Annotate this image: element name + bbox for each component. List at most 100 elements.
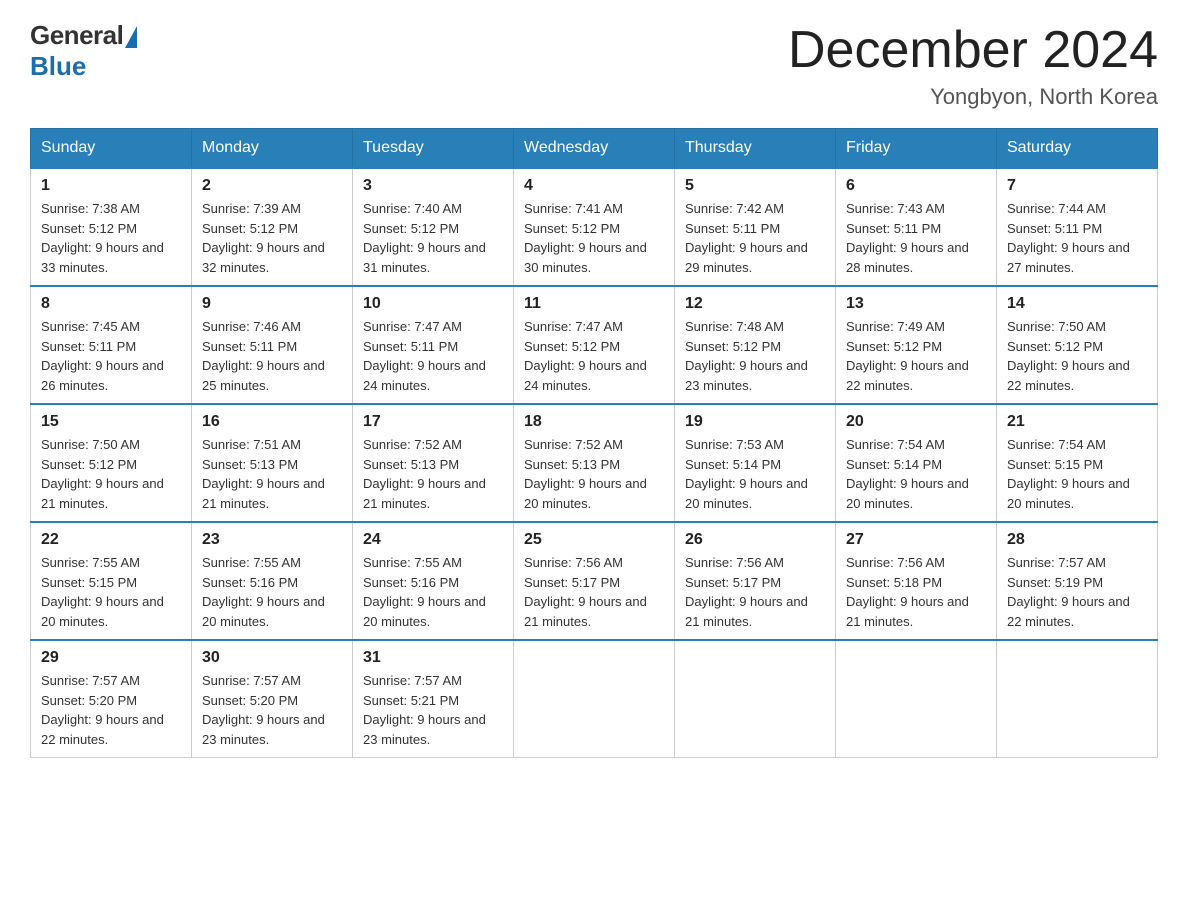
calendar-cell: 25 Sunrise: 7:56 AMSunset: 5:17 PMDayligh…	[514, 522, 675, 640]
calendar-table: SundayMondayTuesdayWednesdayThursdayFrid…	[30, 128, 1158, 758]
calendar-week-row: 1 Sunrise: 7:38 AMSunset: 5:12 PMDaylight…	[31, 168, 1158, 286]
day-info: Sunrise: 7:47 AMSunset: 5:11 PMDaylight:…	[363, 317, 503, 395]
day-info: Sunrise: 7:52 AMSunset: 5:13 PMDaylight:…	[363, 435, 503, 513]
day-number: 11	[524, 295, 664, 313]
calendar-cell: 26Sunrise: 7:56 AMSunset: 5:17 PMDayligh…	[675, 522, 836, 640]
day-info: Sunrise: 7:44 AMSunset: 5:11 PMDaylight:…	[1007, 199, 1147, 277]
day-number: 17	[363, 413, 503, 431]
day-number: 3	[363, 177, 503, 195]
weekday-header-thursday: Thursday	[675, 129, 836, 169]
day-number: 26	[685, 531, 825, 549]
day-info: Sunrise: 7:56 AMSunset: 5:18 PMDaylight:…	[846, 553, 986, 631]
calendar-cell: 6 Sunrise: 7:43 AMSunset: 5:11 PMDaylight…	[836, 168, 997, 286]
day-number: 19	[685, 413, 825, 431]
page-header: General Blue December 2024 Yongbyon, Nor…	[30, 20, 1158, 110]
calendar-cell: 21 Sunrise: 7:54 AMSunset: 5:15 PMDayligh…	[997, 404, 1158, 522]
calendar-cell: 1 Sunrise: 7:38 AMSunset: 5:12 PMDaylight…	[31, 168, 192, 286]
calendar-cell: 28 Sunrise: 7:57 AMSunset: 5:19 PMDayligh…	[997, 522, 1158, 640]
calendar-cell: 13 Sunrise: 7:49 AMSunset: 5:12 PMDayligh…	[836, 286, 997, 404]
day-number: 14	[1007, 295, 1147, 313]
calendar-cell: 8 Sunrise: 7:45 AMSunset: 5:11 PMDaylight…	[31, 286, 192, 404]
calendar-cell: 5Sunrise: 7:42 AMSunset: 5:11 PMDaylight…	[675, 168, 836, 286]
weekday-header-sunday: Sunday	[31, 129, 192, 169]
day-number: 9	[202, 295, 342, 313]
day-info: Sunrise: 7:57 AMSunset: 5:21 PMDaylight:…	[363, 671, 503, 749]
day-number: 6	[846, 177, 986, 195]
day-info: Sunrise: 7:55 AMSunset: 5:15 PMDaylight:…	[41, 553, 181, 631]
calendar-cell: 16 Sunrise: 7:51 AMSunset: 5:13 PMDayligh…	[192, 404, 353, 522]
calendar-cell: 20 Sunrise: 7:54 AMSunset: 5:14 PMDayligh…	[836, 404, 997, 522]
day-number: 21	[1007, 413, 1147, 431]
logo-blue-text: Blue	[30, 51, 86, 82]
calendar-cell: 31Sunrise: 7:57 AMSunset: 5:21 PMDayligh…	[353, 640, 514, 758]
day-number: 25	[524, 531, 664, 549]
calendar-cell: 30 Sunrise: 7:57 AMSunset: 5:20 PMDayligh…	[192, 640, 353, 758]
calendar-title: December 2024	[788, 20, 1158, 80]
calendar-cell: 12 Sunrise: 7:48 AMSunset: 5:12 PMDayligh…	[675, 286, 836, 404]
weekday-header-friday: Friday	[836, 129, 997, 169]
calendar-cell	[997, 640, 1158, 758]
day-info: Sunrise: 7:42 AMSunset: 5:11 PMDaylight:…	[685, 199, 825, 277]
logo: General Blue	[30, 20, 137, 82]
day-number: 7	[1007, 177, 1147, 195]
day-info: Sunrise: 7:38 AMSunset: 5:12 PMDaylight:…	[41, 199, 181, 277]
day-info: Sunrise: 7:55 AMSunset: 5:16 PMDaylight:…	[202, 553, 342, 631]
calendar-location: Yongbyon, North Korea	[788, 84, 1158, 110]
calendar-week-row: 8 Sunrise: 7:45 AMSunset: 5:11 PMDaylight…	[31, 286, 1158, 404]
day-info: Sunrise: 7:46 AMSunset: 5:11 PMDaylight:…	[202, 317, 342, 395]
day-info: Sunrise: 7:47 AMSunset: 5:12 PMDaylight:…	[524, 317, 664, 395]
calendar-cell: 19 Sunrise: 7:53 AMSunset: 5:14 PMDayligh…	[675, 404, 836, 522]
day-number: 30	[202, 649, 342, 667]
day-number: 1	[41, 177, 181, 195]
day-info: Sunrise: 7:56 AMSunset: 5:17 PMDaylight:…	[524, 553, 664, 631]
day-number: 28	[1007, 531, 1147, 549]
day-info: Sunrise: 7:53 AMSunset: 5:14 PMDaylight:…	[685, 435, 825, 513]
calendar-cell: 29 Sunrise: 7:57 AMSunset: 5:20 PMDayligh…	[31, 640, 192, 758]
day-info: Sunrise: 7:51 AMSunset: 5:13 PMDaylight:…	[202, 435, 342, 513]
day-info: Sunrise: 7:57 AMSunset: 5:20 PMDaylight:…	[41, 671, 181, 749]
day-number: 20	[846, 413, 986, 431]
day-info: Sunrise: 7:39 AMSunset: 5:12 PMDaylight:…	[202, 199, 342, 277]
weekday-header-row: SundayMondayTuesdayWednesdayThursdayFrid…	[31, 129, 1158, 169]
day-number: 24	[363, 531, 503, 549]
day-info: Sunrise: 7:48 AMSunset: 5:12 PMDaylight:…	[685, 317, 825, 395]
calendar-cell: 17 Sunrise: 7:52 AMSunset: 5:13 PMDayligh…	[353, 404, 514, 522]
calendar-cell: 9 Sunrise: 7:46 AMSunset: 5:11 PMDaylight…	[192, 286, 353, 404]
calendar-cell: 3Sunrise: 7:40 AMSunset: 5:12 PMDaylight…	[353, 168, 514, 286]
day-number: 2	[202, 177, 342, 195]
calendar-cell: 18 Sunrise: 7:52 AMSunset: 5:13 PMDayligh…	[514, 404, 675, 522]
day-number: 18	[524, 413, 664, 431]
day-info: Sunrise: 7:57 AMSunset: 5:20 PMDaylight:…	[202, 671, 342, 749]
calendar-cell: 27 Sunrise: 7:56 AMSunset: 5:18 PMDayligh…	[836, 522, 997, 640]
logo-general-text: General	[30, 20, 123, 51]
day-info: Sunrise: 7:41 AMSunset: 5:12 PMDaylight:…	[524, 199, 664, 277]
day-info: Sunrise: 7:54 AMSunset: 5:14 PMDaylight:…	[846, 435, 986, 513]
weekday-header-wednesday: Wednesday	[514, 129, 675, 169]
day-info: Sunrise: 7:50 AMSunset: 5:12 PMDaylight:…	[41, 435, 181, 513]
day-number: 29	[41, 649, 181, 667]
calendar-week-row: 29 Sunrise: 7:57 AMSunset: 5:20 PMDayligh…	[31, 640, 1158, 758]
weekday-header-tuesday: Tuesday	[353, 129, 514, 169]
calendar-cell: 2 Sunrise: 7:39 AMSunset: 5:12 PMDaylight…	[192, 168, 353, 286]
day-number: 8	[41, 295, 181, 313]
day-info: Sunrise: 7:52 AMSunset: 5:13 PMDaylight:…	[524, 435, 664, 513]
day-number: 16	[202, 413, 342, 431]
day-info: Sunrise: 7:54 AMSunset: 5:15 PMDaylight:…	[1007, 435, 1147, 513]
calendar-cell	[675, 640, 836, 758]
calendar-week-row: 22Sunrise: 7:55 AMSunset: 5:15 PMDayligh…	[31, 522, 1158, 640]
calendar-cell	[836, 640, 997, 758]
day-info: Sunrise: 7:43 AMSunset: 5:11 PMDaylight:…	[846, 199, 986, 277]
calendar-cell	[514, 640, 675, 758]
calendar-cell: 11 Sunrise: 7:47 AMSunset: 5:12 PMDayligh…	[514, 286, 675, 404]
day-info: Sunrise: 7:45 AMSunset: 5:11 PMDaylight:…	[41, 317, 181, 395]
day-number: 12	[685, 295, 825, 313]
day-number: 13	[846, 295, 986, 313]
calendar-cell: 14 Sunrise: 7:50 AMSunset: 5:12 PMDayligh…	[997, 286, 1158, 404]
day-info: Sunrise: 7:57 AMSunset: 5:19 PMDaylight:…	[1007, 553, 1147, 631]
day-number: 4	[524, 177, 664, 195]
day-number: 27	[846, 531, 986, 549]
day-info: Sunrise: 7:49 AMSunset: 5:12 PMDaylight:…	[846, 317, 986, 395]
title-section: December 2024 Yongbyon, North Korea	[788, 20, 1158, 110]
day-info: Sunrise: 7:50 AMSunset: 5:12 PMDaylight:…	[1007, 317, 1147, 395]
calendar-cell: 24Sunrise: 7:55 AMSunset: 5:16 PMDayligh…	[353, 522, 514, 640]
